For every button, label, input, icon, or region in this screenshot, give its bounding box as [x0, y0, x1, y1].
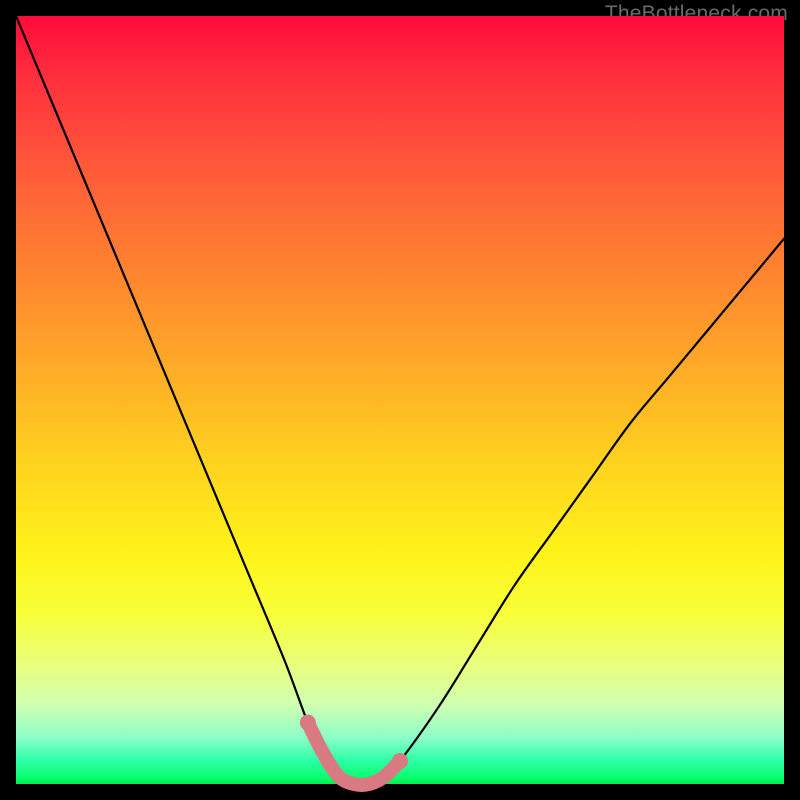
curve-svg: [16, 16, 784, 784]
bottleneck-curve: [16, 16, 784, 785]
chart-frame: TheBottleneck.com: [0, 0, 800, 800]
optimal-zone-highlight: [308, 723, 400, 785]
plot-area: [16, 16, 784, 784]
highlight-end-dot: [392, 753, 408, 769]
highlight-end-dot: [300, 715, 316, 731]
